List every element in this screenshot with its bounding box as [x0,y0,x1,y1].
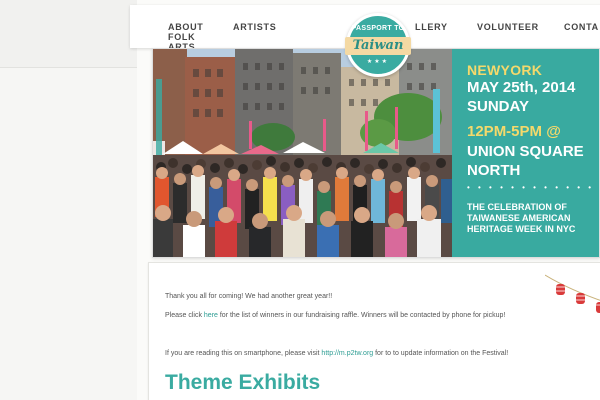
dot-divider: • • • • • • • • • • • • [467,183,595,192]
nav-artists[interactable]: ARTISTS [233,22,276,32]
festival-crowd-photo [153,49,452,257]
nav-volunteer[interactable]: VOLUNTEER [477,22,539,32]
logo-ribbon: Taiwan [345,37,411,55]
nav-contact[interactable]: CONTA [564,22,599,32]
mobile-text-pre: If you are reading this on smartphone, p… [165,350,322,357]
event-banner[interactable]: NEWYORK MAY 25th, 2014 SUNDAY 12PM-5PM @… [152,48,600,258]
event-date: MAY 25th, 2014 [467,79,576,96]
lantern-icon [596,302,600,313]
nav-gallery[interactable]: LLERY [415,22,448,32]
left-header-strip [0,0,137,68]
event-info-panel: NEWYORK MAY 25th, 2014 SUNDAY 12PM-5PM @… [452,49,599,257]
winners-link[interactable]: here [204,312,218,319]
raffle-message: Please click here for the list of winner… [165,312,505,319]
lantern-icon [556,284,565,295]
event-city: NEWYORK [467,62,543,78]
logo-top-text: PASSPORT TO [351,25,405,32]
event-time: 12PM-5PM @ [467,123,561,140]
mobile-message: If you are reading this on smartphone, p… [165,350,508,357]
raffle-text-pre: Please click [165,312,204,319]
raffle-text-post: for the list of winners in our fundraisi… [217,312,506,319]
mobile-text-post: for to to update information on the Fest… [373,350,509,357]
event-venue: UNION SQUARE NORTH [467,143,584,179]
theme-exhibits-heading: Theme Exhibits [165,371,321,394]
event-day: SUNDAY [467,98,529,115]
event-time-at: @ [542,123,561,140]
mobile-site-link[interactable]: http://m.p2tw.org [321,350,373,357]
thanks-message: Thank you all for coming! We had another… [165,293,333,300]
logo-stars: ★★★ [366,59,390,65]
event-time-range: 12PM-5PM [467,123,543,140]
lantern-icon [576,293,585,304]
event-description: THE CELEBRATION OF TAIWANESE AMERICAN HE… [467,202,576,234]
lantern-garland-decoration [545,274,600,313]
announcement-card: Thank you all for coming! We had another… [148,262,600,400]
passport-to-taiwan-logo[interactable]: PASSPORT TO Taiwan ★★★ [345,13,411,77]
